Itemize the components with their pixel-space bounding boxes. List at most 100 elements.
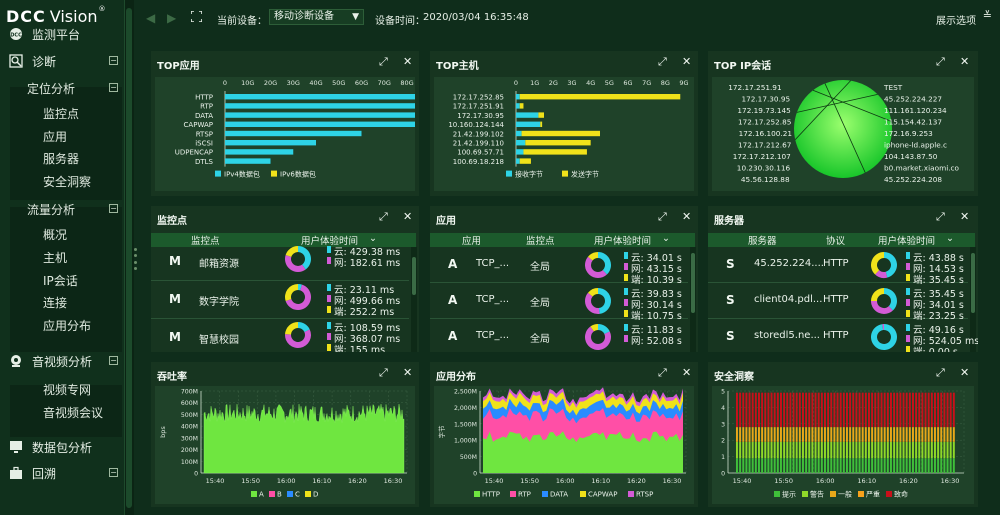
table-row[interactable]: Sclient04.pdl... HTTP 云: 35.45 s 网: 34.01 s… [708,283,968,322]
table-scrollbar[interactable] [411,247,417,352]
sidebar-item-locate[interactable]: 定位分析 − [0,77,124,99]
chevron-down-icon[interactable]: ⌄ [946,233,954,244]
expand-icon[interactable]: ⤢ [379,210,388,224]
display-options-button[interactable]: 展示选项 [936,12,976,27]
tick-label: 7G [642,79,651,87]
sidebar-item-video[interactable]: 视频专网 [0,378,124,400]
collapse-icon[interactable]: − [109,83,118,92]
close-icon[interactable]: ✕ [682,210,691,223]
device-time-label: 设备时间： [375,16,425,27]
device-select[interactable]: 移动诊断设备 ▼ [269,9,364,25]
collapse-icon[interactable]: − [109,356,118,365]
bar-警告 [946,441,949,459]
collapse-icon[interactable]: − [109,56,118,65]
bar-提示 [836,458,839,473]
bar-致命 [883,392,886,428]
bar-提示 [846,458,848,473]
chevron-down-icon[interactable]: ⌄ [662,233,670,244]
column-header[interactable]: 监控点 [526,233,555,247]
sidebar-item-overview[interactable]: 概况 [0,223,124,245]
close-icon[interactable]: ✕ [960,366,969,379]
back-arrow-icon[interactable]: ◀ [146,11,155,25]
chord-right-label: 104.143.87.50 [884,152,938,161]
donut-segment [598,288,611,314]
sidebar-item-trace[interactable]: 回溯 − [0,462,124,484]
close-icon[interactable]: ✕ [403,366,412,379]
table-scroll-thumb[interactable] [412,257,416,295]
a-logo-icon: A [448,257,458,271]
bar-提示 [921,458,924,473]
expand-icon[interactable]: ⤢ [658,55,667,69]
sidebar-item-conn[interactable]: 连接 [0,291,124,313]
expand-icon[interactable]: ⤢ [936,210,945,224]
sidebar-item-monpoint[interactable]: 监控点 [0,102,124,124]
column-header[interactable]: 服务器 [748,233,777,247]
table-row[interactable]: A TCP_... 全局 云: 11.83 s 网: 52.08 s [430,319,688,352]
table-row[interactable]: M 邮箱资源 云: 429.38 ms 网: 182.61 ms [151,243,409,281]
collapse-icon[interactable]: − [109,468,118,477]
table-scroll-thumb[interactable] [971,253,975,313]
close-icon[interactable]: ✕ [682,55,691,68]
resize-grip[interactable] [134,248,137,270]
expand-icon[interactable]: ⤢ [936,366,945,380]
legend-swatch [886,491,892,497]
sidebar-item-flow[interactable]: 流量分析 − [0,198,124,220]
sidebar-item-av[interactable]: 音视频分析 − [0,350,124,372]
bar-警告 [849,441,852,459]
bar-发送字节 [523,149,587,155]
close-icon[interactable]: ✕ [960,210,969,223]
chord-right-label: 115.154.42.137 [884,118,942,127]
bar-警告 [786,441,789,459]
bar-接收字节 [516,94,520,100]
sidebar-item-app[interactable]: 应用 [0,125,124,147]
sidebar-item-ipsession[interactable]: IP会话 [0,269,124,291]
sidebar-item-diagnose[interactable]: 诊断 − [0,50,124,72]
sidebar-item-server[interactable]: 服务器 [0,147,124,169]
sidebar-scroll-thumb[interactable] [126,8,132,508]
double-chevron-down-icon[interactable]: ≚ [983,9,992,22]
table-row[interactable]: M 数字学院 云: 23.11 ms 网: 499.66 ms 端: 252.2 ms [151,281,409,319]
column-header[interactable]: 应用 [462,233,481,247]
close-icon[interactable]: ✕ [960,55,969,68]
table-row[interactable]: M 智慧校园 云: 108.59 ms 网: 368.07 ms 端: 155 ms [151,319,409,352]
sidebar-item-appdist[interactable]: 应用分布 [0,314,124,336]
forward-arrow-icon[interactable]: ▶ [167,11,176,25]
collapse-icon[interactable]: − [109,204,118,213]
column-header[interactable]: 用户体验时间 [594,233,651,247]
bar-接收字节 [516,149,524,155]
expand-icon[interactable]: ⤢ [379,55,388,69]
bar-致命 [930,392,933,428]
legend-swatch [506,170,512,177]
chord-right-label: b0.market.xiaomi.co [884,164,960,173]
bar-一般 [758,427,760,442]
bar-接收字节 [516,158,520,164]
expand-icon[interactable]: ⤢ [658,366,667,380]
briefcase-icon-svg [10,466,22,479]
sidebar-item-packet[interactable]: 数据包分析 [0,436,124,458]
sidebar-item-host[interactable]: 主机 [0,246,124,268]
column-header[interactable]: 用户体验时间 [878,233,935,247]
chord-right-label: iphone-ld.apple.c [884,141,947,150]
table-scroll-thumb[interactable] [691,253,695,313]
close-icon[interactable]: ✕ [403,55,412,68]
bar-警告 [868,441,870,459]
expand-icon[interactable]: ⤢ [379,366,388,380]
bar-接收字节 [516,103,520,109]
expand-icon[interactable]: ⤢ [658,210,667,224]
panel-title: 监控点 [157,216,187,227]
table-row[interactable]: A TCP_... 全局 云: 39.83 s 网: 30.14 s 端: 10.75 s [430,283,688,322]
table-row[interactable]: Sstoredl5.ne... HTTP 云: 49.16 s 网: 524.05 m… [708,319,978,352]
column-header[interactable]: 协议 [826,233,845,247]
table-scrollbar[interactable] [690,247,696,352]
table-row[interactable]: S 45.252.224.... HTTP 云: 43.88 s 网: 14.53 s端… [708,247,968,286]
expand-icon[interactable]: ⤢ [936,55,945,69]
close-icon[interactable]: ✕ [682,366,691,379]
bar-警告 [896,441,899,459]
sidebar-item-monitor[interactable]: DCC 监测平台 [0,23,124,45]
sidebar-item-security[interactable]: 安全洞察 [0,170,124,192]
fullscreen-icon[interactable] [191,11,202,22]
close-icon[interactable]: ✕ [403,210,412,223]
table-row[interactable]: A TCP_... 全局 云: 34.01 s 网: 43.15 s 端: 10.39 s [430,247,688,286]
sidebar-item-meeting[interactable]: 音视频会议 [0,401,124,423]
bar-提示 [874,458,877,473]
